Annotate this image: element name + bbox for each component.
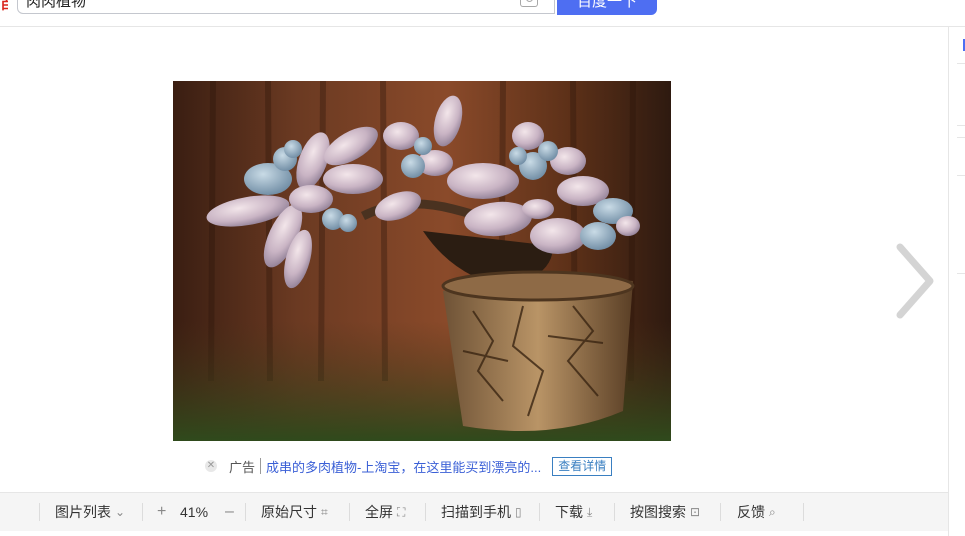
image-toolbar: 图片列表 ⌄ + 41% – 原始尺寸 ⌗ 全屏 ⛶ 扫描到手机 ▯ 下载 ⤓ …: [0, 492, 948, 532]
right-sidebar: [948, 27, 965, 536]
toolbar-separator: [803, 503, 804, 521]
ad-separator: [260, 458, 262, 474]
sidebar-divider: [957, 175, 965, 176]
sidebar-divider: [957, 63, 965, 64]
original-size-label: 原始尺寸: [261, 504, 317, 520]
succulent-photo: [173, 81, 671, 441]
close-icon[interactable]: ✕: [205, 460, 217, 472]
image-search-button[interactable]: 按图搜索 ⊡: [630, 493, 700, 531]
toolbar-separator: [539, 503, 540, 521]
image-search-icon: ⊡: [690, 505, 701, 519]
toolbar-separator: [245, 503, 246, 521]
zoom-out-button[interactable]: –: [225, 493, 234, 531]
top-search-bar: 百 肉肉植物 百度一下: [0, 0, 965, 27]
sidebar-divider: [957, 273, 965, 274]
download-label: 下载: [555, 504, 583, 520]
camera-icon[interactable]: [520, 0, 538, 7]
scan-to-phone-label: 扫描到手机: [441, 504, 511, 520]
plus-icon: +: [157, 503, 167, 520]
minus-icon: –: [225, 503, 234, 520]
toolbar-separator: [349, 503, 350, 521]
toolbar-separator: [39, 503, 40, 521]
fullscreen-label: 全屏: [365, 504, 393, 520]
fullscreen-button[interactable]: 全屏 ⛶: [365, 493, 405, 531]
feedback-label: 反馈: [737, 504, 765, 520]
original-size-button[interactable]: 原始尺寸 ⌗: [261, 493, 328, 531]
original-size-icon: ⌗: [321, 505, 328, 519]
search-input[interactable]: 肉肉植物: [17, 0, 555, 14]
search-button[interactable]: 百度一下: [557, 0, 657, 15]
zoom-level: 41%: [180, 493, 208, 531]
toolbar-separator: [720, 503, 721, 521]
toolbar-separator: [614, 503, 615, 521]
image-list-button[interactable]: 图片列表 ⌄: [55, 493, 125, 531]
bottom-strip: [0, 531, 948, 536]
ad-detail-button[interactable]: 查看详情: [552, 456, 613, 476]
download-button[interactable]: 下载 ⤓: [555, 493, 592, 531]
fullscreen-icon: ⛶: [397, 505, 406, 519]
ad-tag: 广告: [229, 459, 256, 475]
feedback-button[interactable]: 反馈 ⌕: [737, 493, 776, 531]
baidu-logo[interactable]: 百: [0, 0, 8, 12]
scan-to-phone-button[interactable]: 扫描到手机 ▯: [441, 493, 522, 531]
feedback-icon: ⌕: [769, 505, 776, 519]
ad-link[interactable]: 成串的多肉植物-上淘宝，在这里能买到漂亮的...: [266, 457, 541, 476]
toolbar-separator: [425, 503, 426, 521]
chevron-right-icon[interactable]: [890, 243, 938, 319]
chevron-down-circle-icon: ⌄: [115, 505, 126, 519]
sidebar-divider: [957, 137, 965, 138]
main-photo[interactable]: [173, 81, 671, 441]
zoom-level-value: 41%: [180, 504, 209, 520]
toolbar-separator: [142, 503, 143, 521]
image-list-label: 图片列表: [55, 504, 111, 520]
download-icon: ⤓: [587, 505, 593, 519]
phone-icon: ▯: [515, 505, 522, 519]
image-search-label: 按图搜索: [630, 504, 686, 520]
zoom-in-button[interactable]: +: [157, 493, 166, 531]
ad-row: ✕ 广告 成串的多肉植物-上淘宝，在这里能买到漂亮的... 查看详情: [205, 456, 613, 476]
sidebar-divider: [957, 125, 965, 126]
